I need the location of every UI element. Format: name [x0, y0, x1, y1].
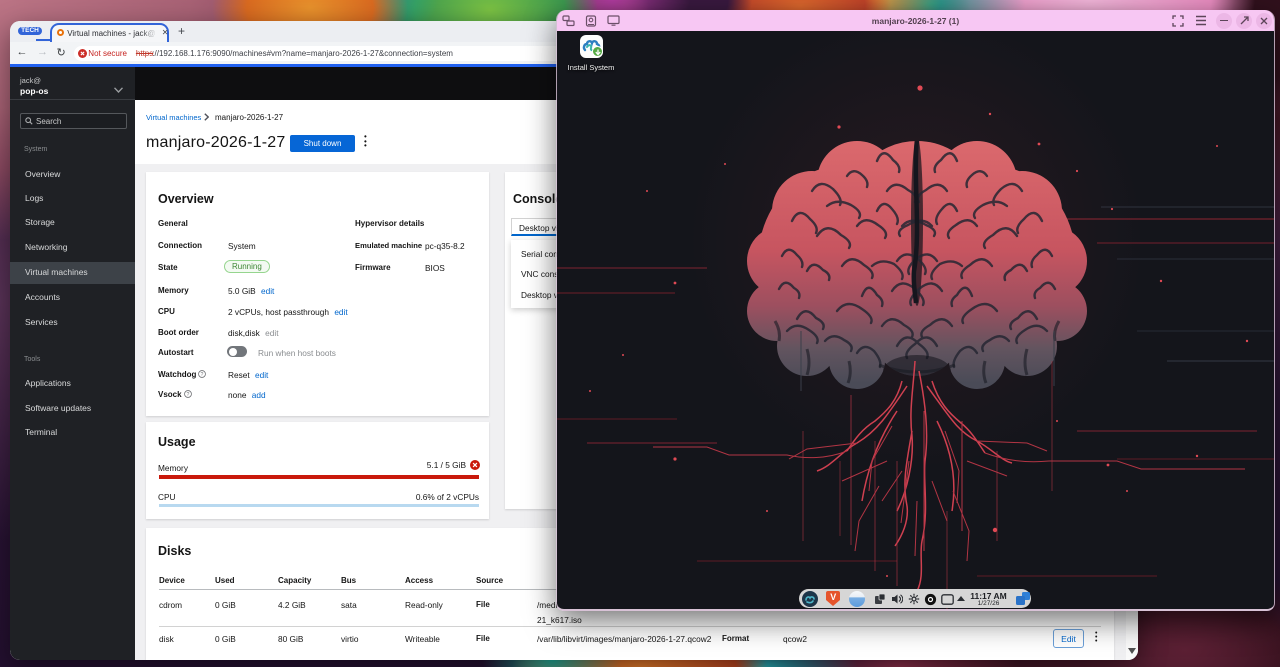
svg-text:?: ?: [187, 392, 190, 398]
svg-text:?: ?: [201, 372, 204, 378]
